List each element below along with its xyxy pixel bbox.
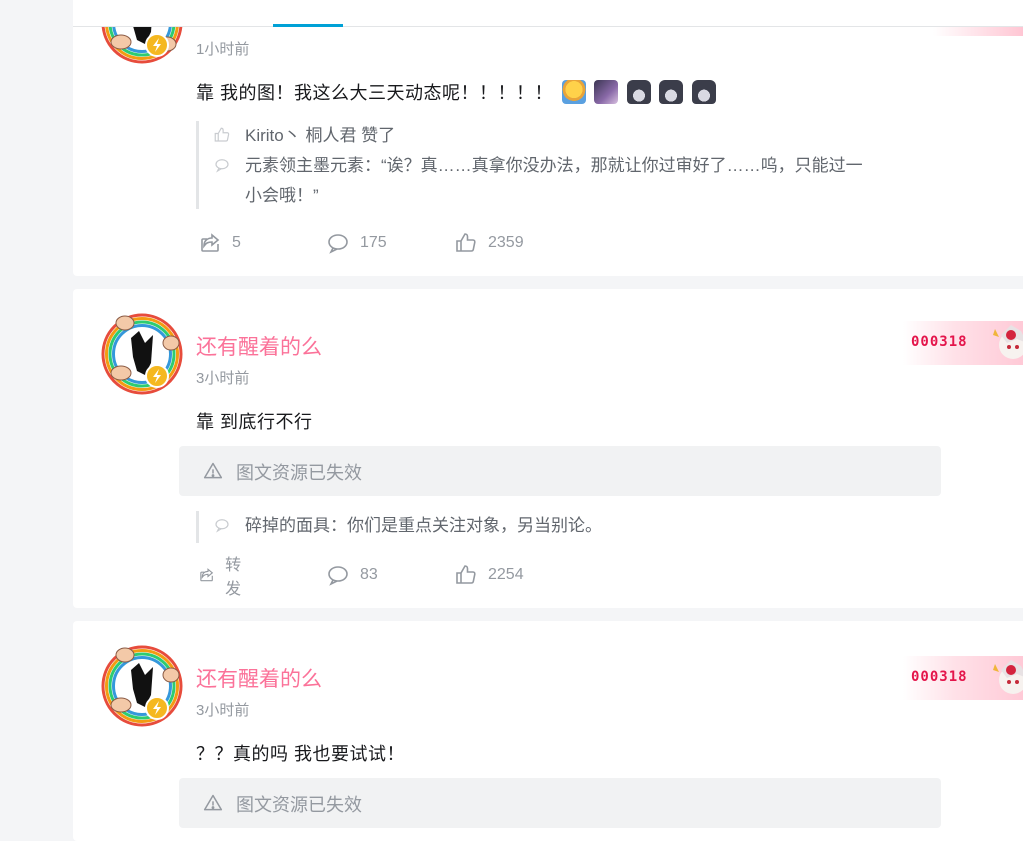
interaction-quote: 碎掉的面具：你们是重点关注对象，另当别论。 (196, 511, 602, 543)
post-text: 靠 我的图！我这么大三天动态呢！！！！！ (196, 83, 553, 103)
badge-number: 000318 (911, 334, 968, 350)
post-time: 1小时前 (196, 41, 250, 58)
thumbs-up-icon (213, 126, 231, 144)
comment-icon (213, 156, 231, 174)
comment-preview[interactable]: 碎掉的面具：你们是重点关注对象，另当别论。 (211, 511, 602, 541)
comment-text: 碎掉的面具：你们是重点关注对象，另当别论。 (245, 516, 602, 535)
comment-preview[interactable]: 元素领主墨元素：“诶？真……真拿你没办法，那就让你过审好了……呜，只能过一 (211, 151, 863, 181)
forward-label: 转发 (225, 557, 242, 598)
interaction-quote: Kirito丶 桐人君 赞了 元素领主墨元素：“诶？真……真拿你没办法，那就让你… (196, 121, 863, 209)
feed-card-3: 000318 还有醒着的么 3小时前 ？？真的吗 我也要试试！ 图文资源已失效 (73, 621, 1023, 841)
forward-button[interactable]: 5 (198, 231, 241, 255)
invalid-resource-box: 图文资源已失效 (179, 778, 941, 828)
post-time: 3小时前 (196, 370, 250, 387)
like-count: 2359 (488, 234, 524, 251)
liked-by-line[interactable]: Kirito丶 桐人君 赞了 (211, 121, 863, 151)
emoji-anime-girl-icon (594, 80, 619, 104)
invalid-resource-text: 图文资源已失效 (236, 463, 362, 483)
like-button[interactable]: 2254 (454, 563, 524, 587)
share-icon (201, 233, 220, 252)
top-tab-bar (73, 0, 1023, 27)
thumbs-up-icon (456, 233, 476, 252)
username[interactable]: 还有醒着的么 (196, 663, 322, 693)
decoration-badge: 000318 (903, 656, 1023, 700)
like-button[interactable]: 2359 (454, 231, 524, 255)
emoji-crying-icon (561, 80, 586, 104)
badge-character-icon (987, 321, 1023, 365)
warning-icon (203, 461, 223, 481)
forward-button[interactable]: 转发 (198, 557, 248, 598)
comment-icon (328, 234, 348, 254)
feed-card-2: 000318 还有醒着的么 3小时前 靠 到底行不行 图文资源已失效 碎掉的面具… (73, 289, 1023, 608)
comment-preview-continued: 小会哦！” (211, 181, 863, 211)
avatar[interactable] (101, 313, 183, 395)
comment-icon (213, 516, 231, 534)
forward-count: 5 (232, 234, 241, 251)
comment-count: 83 (360, 566, 378, 583)
post-time: 3小时前 (196, 702, 250, 719)
badge-number: 000318 (911, 669, 968, 685)
comment-icon (328, 566, 348, 586)
like-count: 2254 (488, 566, 524, 583)
emoji-cat-icon (659, 80, 684, 104)
comment-button[interactable]: 83 (326, 563, 378, 587)
avatar-image (101, 645, 183, 727)
warning-icon (203, 793, 223, 813)
post-content: 靠 到底行不行 (196, 412, 313, 432)
emoji-cat-icon (626, 80, 651, 104)
username[interactable]: 还有醒着的么 (196, 331, 322, 361)
avatar[interactable] (101, 645, 183, 727)
invalid-resource-text: 图文资源已失效 (236, 795, 362, 815)
tab-active-indicator[interactable] (273, 24, 343, 27)
post-content: 靠 我的图！我这么大三天动态呢！！！！！ (196, 79, 716, 105)
invalid-resource-box: 图文资源已失效 (179, 446, 941, 496)
decoration-badge: 000318 (903, 321, 1023, 365)
thumbs-up-icon (456, 565, 476, 584)
share-icon (200, 568, 214, 582)
comment-text-line-1: 元素领主墨元素：“诶？真……真拿你没办法，那就让你过审好了……呜，只能过一 (245, 156, 863, 175)
badge-character-icon (987, 656, 1023, 700)
feed-card-1: 1小时前 靠 我的图！我这么大三天动态呢！！！！！ Kirito丶 桐人君 赞了… (73, 0, 1023, 276)
post-content: ？？真的吗 我也要试试！ (196, 744, 405, 764)
comment-button[interactable]: 175 (326, 231, 387, 255)
avatar-image (101, 313, 183, 395)
liked-by-text: Kirito丶 桐人君 赞了 (245, 126, 396, 145)
emoji-cat-icon (691, 80, 716, 104)
comment-count: 175 (360, 234, 387, 251)
comment-text-line-2: 小会哦！” (245, 186, 319, 205)
